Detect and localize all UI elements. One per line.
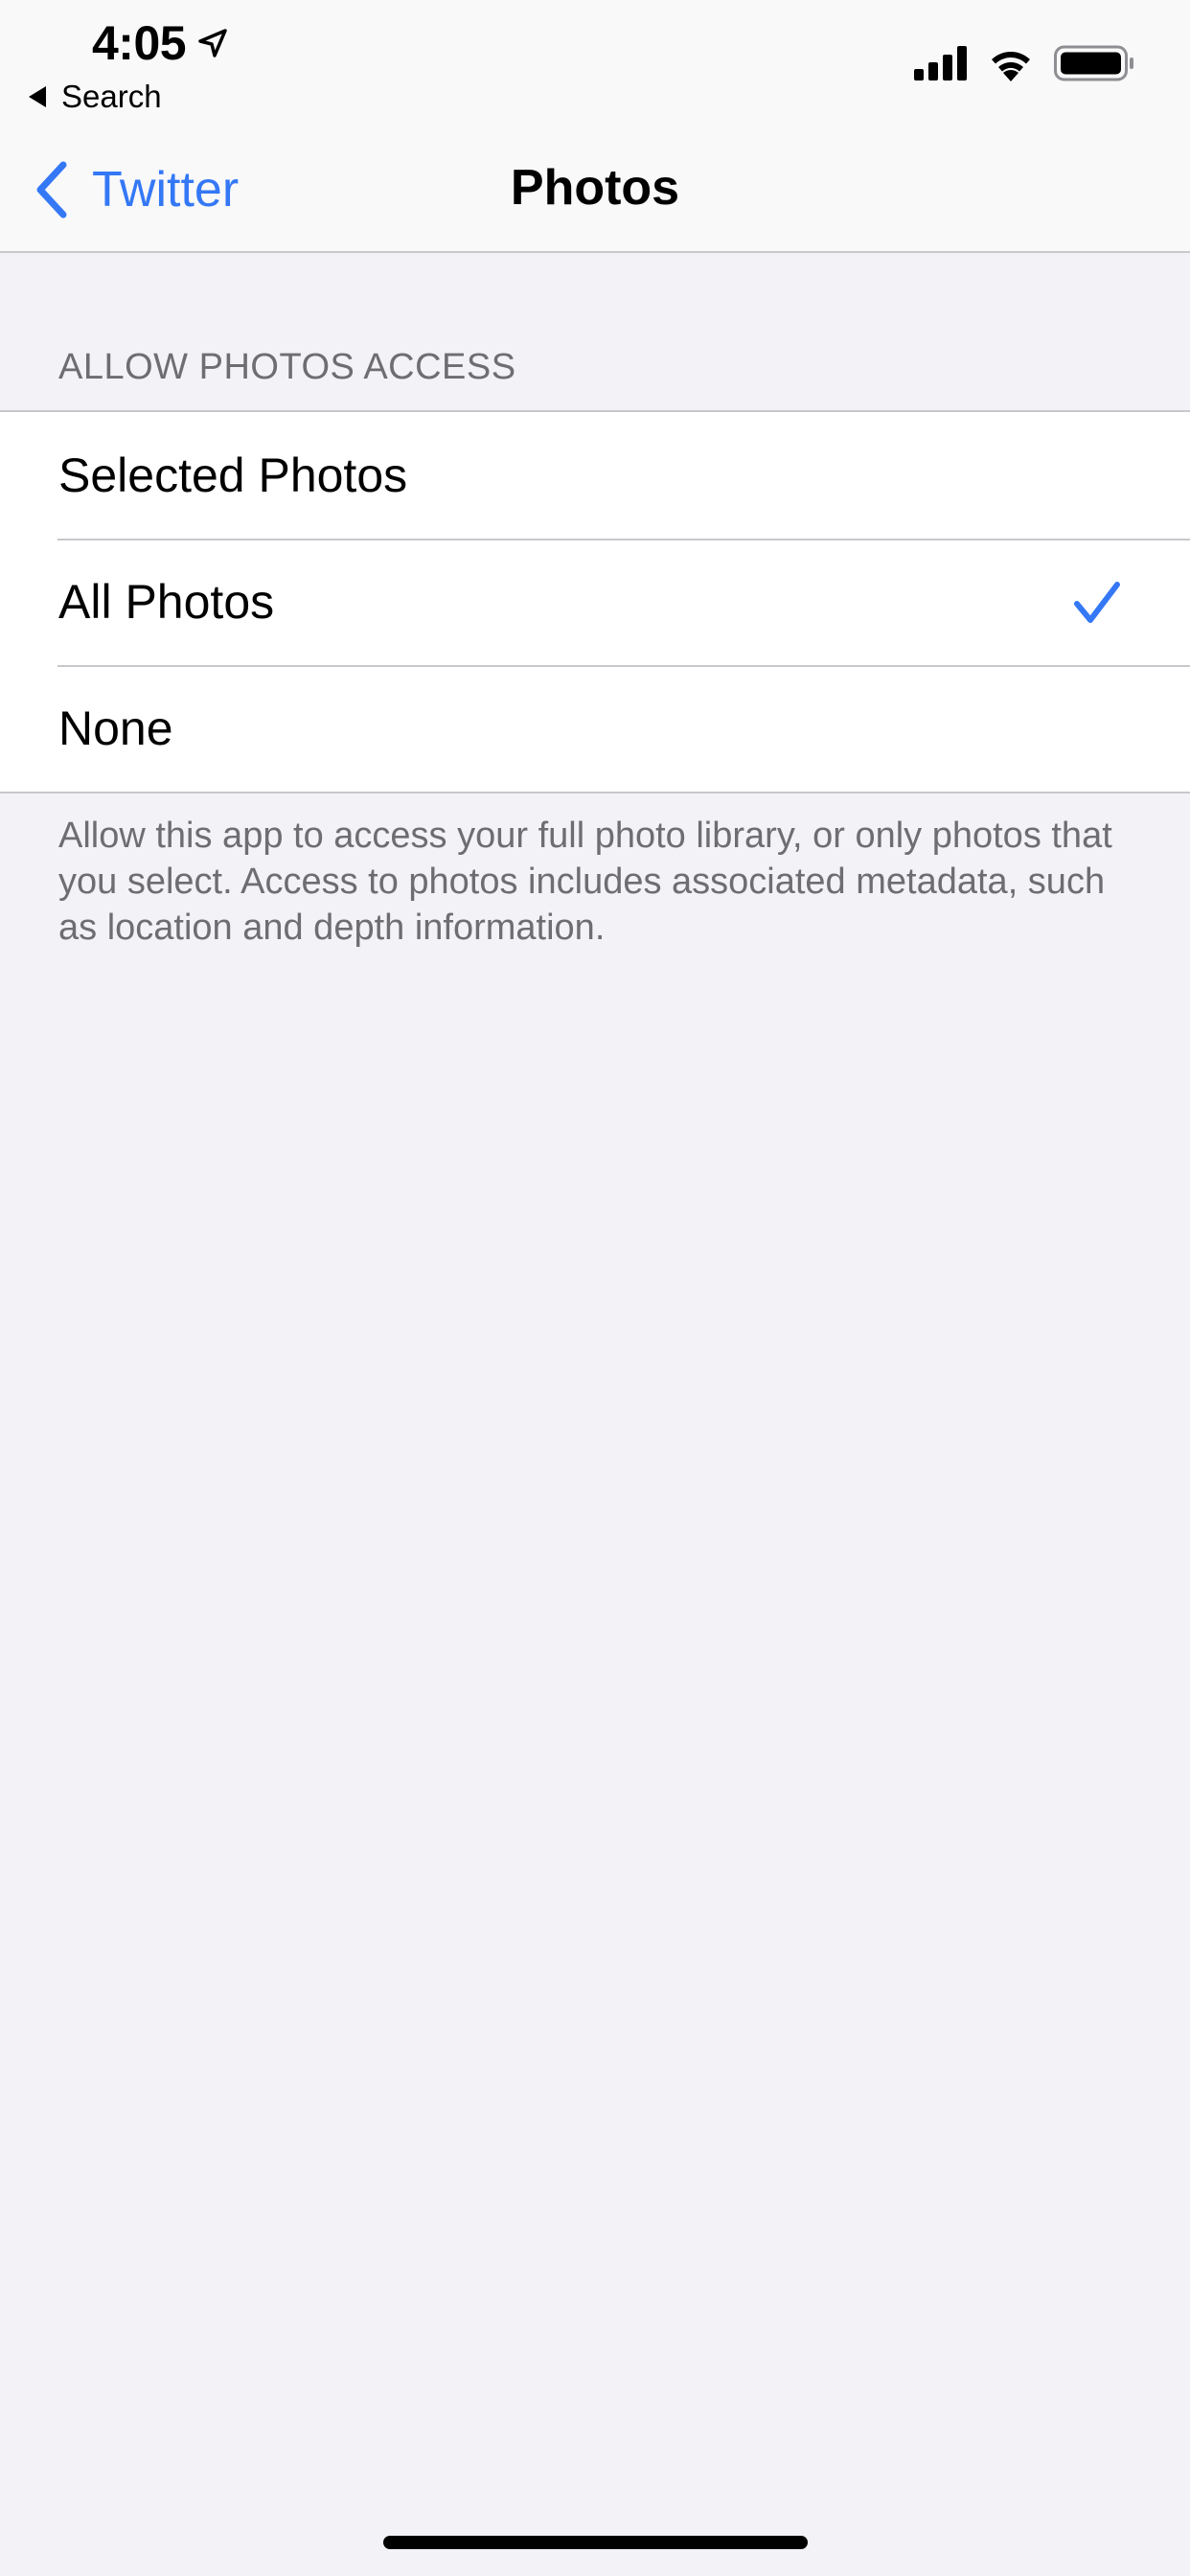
section-footer: Allow this app to access your full photo…	[58, 816, 1112, 948]
page-title: Photos	[510, 160, 680, 216]
option-none[interactable]: None	[0, 665, 1190, 792]
photos-access-options: Selected Photos All Photos None	[0, 410, 1190, 794]
option-selected-photos[interactable]: Selected Photos	[0, 412, 1190, 539]
status-icons	[914, 44, 1134, 82]
status-time-text: 4:05	[92, 16, 187, 70]
option-all-photos[interactable]: All Photos	[0, 539, 1190, 665]
back-triangle-icon	[29, 86, 46, 107]
option-label: All Photos	[58, 575, 275, 629]
option-label: Selected Photos	[58, 448, 408, 502]
status-back-label: Search	[61, 79, 162, 114]
home-indicator[interactable]	[383, 2536, 808, 2549]
option-label: None	[58, 702, 173, 755]
battery-icon	[1054, 45, 1133, 81]
section-header: ALLOW PHOTOS ACCESS	[58, 347, 516, 387]
status-time: 4:05	[92, 15, 228, 71]
top-bar: 4:05 Search Twitter Photos	[0, 0, 1190, 253]
settings-screen: 4:05 Search Twitter Photos ALLOW PHOTOS …	[0, 0, 1190, 2576]
wifi-icon	[992, 52, 1030, 81]
status-back-to-app[interactable]: Search	[29, 79, 162, 115]
cellular-signal-icon	[914, 46, 967, 80]
checkmark-icon	[1074, 582, 1120, 623]
location-arrow-icon	[198, 29, 227, 58]
